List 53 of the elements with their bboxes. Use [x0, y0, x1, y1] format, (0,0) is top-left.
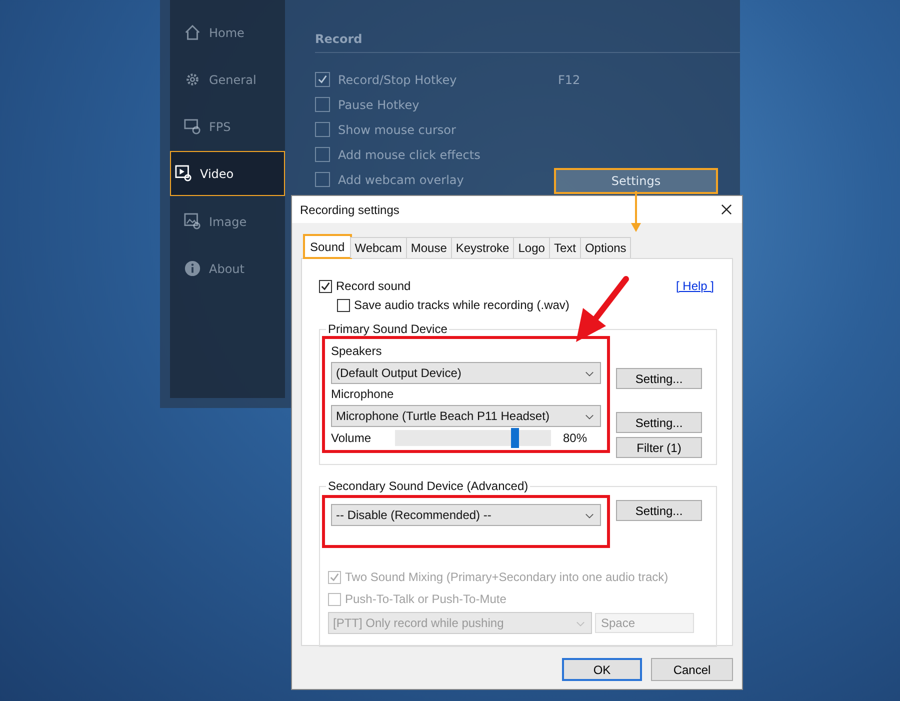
checkbox-label: Save audio tracks while recording (.wav) — [354, 298, 570, 312]
option-label: Show mouse cursor — [338, 122, 457, 136]
dropdown[interactable]: -- Disable (Recommended) -- — [331, 504, 601, 526]
info-icon — [184, 260, 201, 277]
home-icon — [184, 24, 201, 41]
annotation-arrow — [631, 191, 641, 232]
sidebar-item[interactable]: FPS — [170, 104, 285, 149]
help-link[interactable]: [ Help ] — [676, 279, 714, 293]
tab[interactable]: Sound — [304, 235, 351, 258]
sidebar-item[interactable]: Home — [170, 10, 285, 55]
checkbox-label: Two Sound Mixing (Primary+Secondary into one audio track) — [345, 570, 668, 584]
tab[interactable]: Webcam — [350, 237, 407, 258]
settings-button[interactable]: Settings — [554, 168, 718, 194]
dropdown[interactable]: (Default Output Device) — [331, 362, 601, 384]
volume-reading: 80% — [563, 431, 588, 445]
video-gear-icon — [175, 165, 192, 182]
group-title: Primary Sound Device — [327, 322, 448, 336]
volume-label: Volume — [331, 431, 372, 445]
checkbox[interactable] — [337, 298, 350, 312]
chevron-icon — [585, 414, 594, 420]
sidebar-item[interactable]: About — [170, 246, 285, 291]
checkbox[interactable] — [319, 280, 332, 292]
dialog-title: Recording settings — [300, 202, 400, 216]
checkbox-label: Push-To-Talk or Push-To-Mute — [345, 592, 506, 606]
monitor-gear-icon — [184, 118, 201, 135]
setting-button[interactable]: Setting... — [616, 368, 702, 389]
sidebar-item[interactable]: Video — [170, 151, 285, 196]
dropdown[interactable]: Microphone (Turtle Beach P11 Headset) — [331, 405, 601, 427]
gear-icon — [184, 71, 201, 88]
sidebar-item[interactable]: Image — [170, 199, 285, 244]
setting-button[interactable]: Setting... — [616, 500, 702, 521]
field-label: Microphone — [331, 387, 395, 401]
chevron-icon — [585, 513, 594, 519]
close-icon[interactable] — [721, 204, 732, 215]
cancel-button[interactable]: Cancel — [651, 658, 733, 681]
chevron-icon — [585, 371, 594, 377]
image-gear-icon — [184, 213, 201, 230]
option-label: Add webcam overlay — [338, 172, 465, 186]
option-label: Add mouse click effects — [338, 148, 482, 162]
tab[interactable]: Options — [580, 237, 632, 258]
section-title: Record — [315, 32, 740, 53]
option-label: Pause Hotkey — [338, 98, 420, 112]
hotkey-value: F12 — [558, 72, 580, 86]
checkbox-label: Record sound — [336, 279, 411, 293]
sidebar-item[interactable]: General — [170, 57, 285, 102]
volume-slider[interactable] — [395, 430, 551, 446]
field-label: Speakers — [331, 344, 383, 358]
ok-button[interactable]: OK — [562, 658, 642, 681]
filter-button[interactable]: Filter (1) — [616, 437, 702, 458]
setting-button[interactable]: Setting... — [616, 412, 702, 433]
chevron-icon — [576, 621, 585, 627]
slider-thumb[interactable] — [510, 428, 519, 448]
group-title: Secondary Sound Device (Advanced) — [327, 479, 530, 493]
